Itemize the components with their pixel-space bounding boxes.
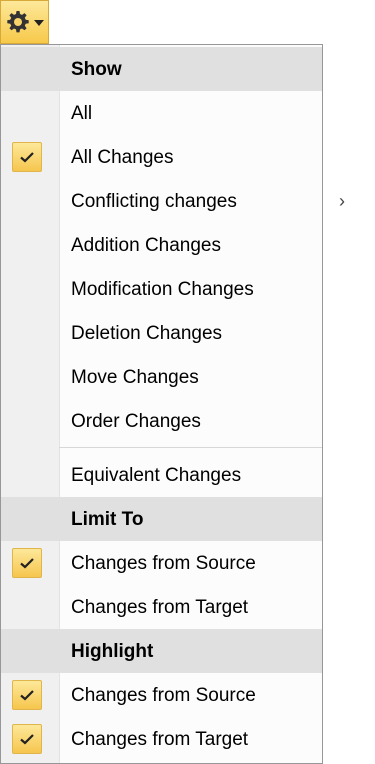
section-header-label: Show xyxy=(71,58,122,80)
checkmark-icon xyxy=(12,548,42,578)
chevron-right-icon: › xyxy=(339,190,345,211)
menu-item-label: Changes from Target xyxy=(71,728,249,750)
menu-item-all-changes[interactable]: All Changes xyxy=(1,135,322,179)
menu-item-label: Changes from Source xyxy=(71,552,256,574)
menu-item-label: Modification Changes xyxy=(71,278,254,300)
menu-item-limit-changes-from-target[interactable]: Changes from Target xyxy=(1,585,322,629)
menu-item-label: Changes from Source xyxy=(71,684,256,706)
checkmark-icon xyxy=(12,724,42,754)
chevron-down-icon xyxy=(33,20,44,26)
menu-item-label: Equivalent Changes xyxy=(71,464,242,486)
menu-item-highlight-changes-from-target[interactable]: Changes from Target xyxy=(1,717,322,761)
checkmark-icon xyxy=(12,142,42,172)
menu-item-label: Conflicting changes xyxy=(71,190,237,212)
settings-dropdown-button[interactable] xyxy=(0,0,49,44)
menu-item-move-changes[interactable]: Move Changes xyxy=(1,355,322,399)
menu-separator xyxy=(59,447,322,448)
menu-item-label: All Changes xyxy=(71,146,174,168)
menu-item-all[interactable]: All xyxy=(1,91,322,135)
menu-item-label: Deletion Changes xyxy=(71,322,223,344)
menu-item-order-changes[interactable]: Order Changes xyxy=(1,399,322,443)
menu-item-limit-changes-from-source[interactable]: Changes from Source xyxy=(1,541,322,585)
settings-menu: Show All All Changes Conflicting changes… xyxy=(0,44,345,764)
checkmark-icon xyxy=(12,680,42,710)
section-header-limit-to: Limit To xyxy=(1,497,322,541)
menu-item-label: Order Changes xyxy=(71,410,201,432)
menu-item-equivalent-changes[interactable]: Equivalent Changes xyxy=(1,453,322,497)
menu-item-label: All xyxy=(71,102,93,124)
gear-icon xyxy=(6,11,29,33)
menu-item-label: Changes from Target xyxy=(71,596,249,618)
section-header-label: Limit To xyxy=(71,508,144,530)
menu-item-label: Addition Changes xyxy=(71,234,221,256)
menu-item-highlight-changes-from-source[interactable]: Changes from Source xyxy=(1,673,322,717)
menu-item-label: Move Changes xyxy=(71,366,199,388)
menu-item-conflicting-changes[interactable]: Conflicting changes › xyxy=(1,179,345,223)
section-header-show: Show xyxy=(1,47,322,91)
menu-item-deletion-changes[interactable]: Deletion Changes xyxy=(1,311,322,355)
section-header-highlight: Highlight xyxy=(1,629,322,673)
menu-item-modification-changes[interactable]: Modification Changes xyxy=(1,267,322,311)
section-header-label: Highlight xyxy=(71,640,154,662)
menu-item-addition-changes[interactable]: Addition Changes xyxy=(1,223,322,267)
